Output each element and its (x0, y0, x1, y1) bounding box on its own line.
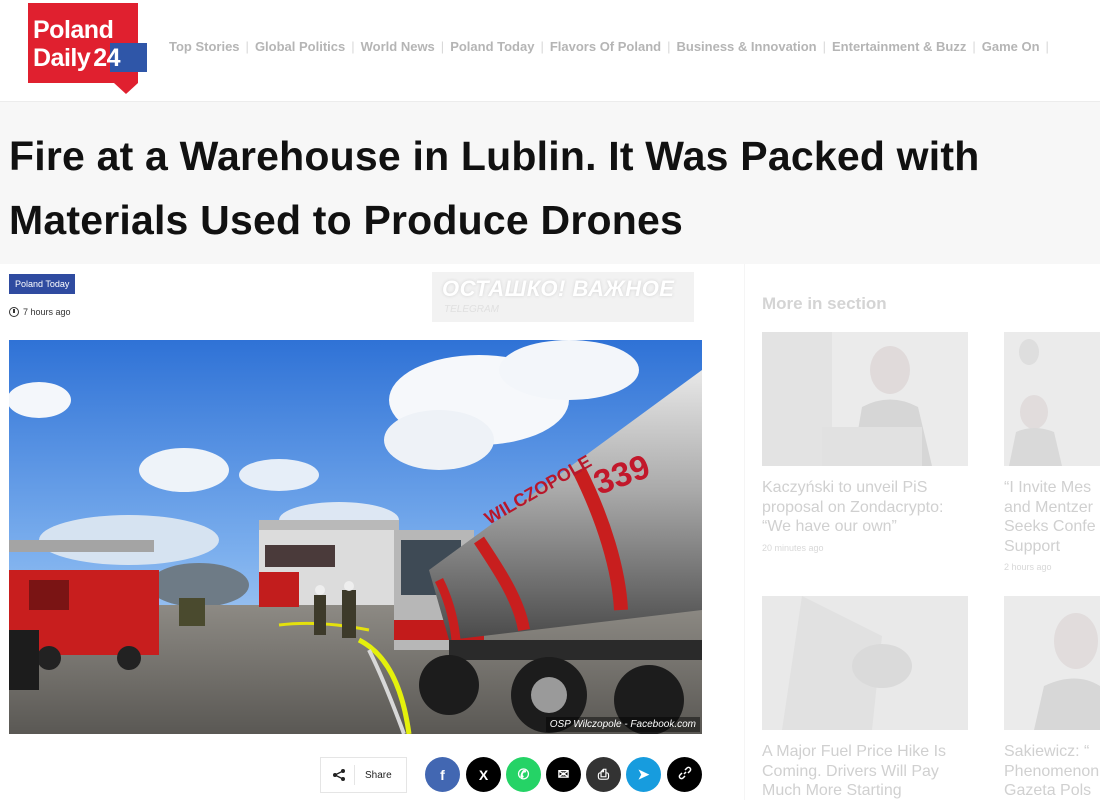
whatsapp-icon: ✆ (517, 766, 530, 782)
sidebar-card-image[interactable] (762, 332, 968, 466)
nav-top-stories[interactable]: Top Stories (169, 39, 240, 54)
share-divider (354, 765, 355, 785)
sidebar-card-title[interactable]: Sakiewicz: “ Phenomenon Gazeta Pols (1004, 742, 1100, 800)
nav-separator: | (972, 39, 976, 54)
article-time-text: 7 hours ago (23, 307, 71, 317)
share-label: Share (365, 769, 392, 781)
main-nav: Top Stories | Global Politics | World News | P… (169, 39, 1055, 54)
logo-number: 24 (93, 44, 121, 72)
watermark-text: ОСТАШКО! ВАЖНОЕ (442, 276, 675, 301)
sidebar-card-image[interactable] (1004, 596, 1100, 730)
nav-separator: | (245, 39, 249, 54)
nav-separator: | (440, 39, 445, 54)
sidebar-divider (744, 264, 745, 800)
copy-link-button[interactable] (667, 757, 702, 792)
telegram-share-button[interactable]: ➤ (626, 757, 661, 792)
sidebar-card-title[interactable]: A Major Fuel Price Hike Is Coming. Drive… (762, 742, 972, 800)
nav-game-on[interactable]: Game On (982, 39, 1040, 54)
telegram-icon: ➤ (637, 766, 650, 782)
sidebar-card-title[interactable]: “I Invite Mes and Mentzer Seeks Confe Su… (1004, 478, 1100, 556)
sidebar-card-image[interactable] (1004, 332, 1100, 466)
logo-daily: Daily (33, 44, 91, 72)
facebook-icon: f (440, 766, 445, 783)
article-title: Fire at a Warehouse in Lublin. It Was Pa… (9, 133, 980, 243)
print-button[interactable]: ⎙ (586, 757, 621, 792)
nav-world-news[interactable]: World News (361, 39, 435, 54)
email-icon: ✉ (557, 766, 570, 782)
nav-global-politics[interactable]: Global Politics (255, 39, 345, 54)
nav-entertainment-buzz[interactable]: Entertainment & Buzz (832, 39, 966, 54)
watermark-overlay: ОСТАШКО! ВАЖНОЕ TELEGRAM (432, 272, 694, 322)
article-time: 7 hours ago (9, 307, 71, 317)
x-share-button[interactable]: X (466, 757, 501, 792)
nav-separator: | (351, 39, 355, 54)
site-header: Poland Daily 24 Top Stories | Global Politi… (0, 0, 1100, 102)
nav-separator: | (667, 39, 671, 54)
logo-line1: Poland (33, 16, 114, 44)
watermark-subtext: TELEGRAM (444, 304, 500, 315)
nav-separator: | (1045, 39, 1049, 54)
x-icon: X (478, 766, 489, 783)
image-credit: OSP Wilczopole - Facebook.com (545, 717, 700, 732)
whatsapp-share-button[interactable]: ✆ (506, 757, 541, 792)
sidebar-title: More in section (762, 294, 887, 313)
share-icon (332, 768, 346, 782)
fire-scene-illustration: WILCZOPOLE 339 (9, 340, 702, 734)
share-toggle[interactable]: Share (320, 757, 407, 793)
nav-business-innovation[interactable]: Business & Innovation (676, 39, 816, 54)
logo-tail (114, 83, 138, 94)
category-badge[interactable]: Poland Today (9, 274, 76, 294)
sidebar-card-time: 2 hours ago (1004, 562, 1052, 572)
copy-link-icon (678, 766, 692, 783)
clock-icon (9, 307, 19, 317)
nav-separator: | (822, 39, 827, 54)
article-image[interactable]: WILCZOPOLE 339 OSP Wilczopole - Facebook… (9, 340, 702, 734)
logo-line2: Daily 24 (33, 44, 121, 72)
email-share-button[interactable]: ✉ (546, 757, 581, 792)
nav-poland-today[interactable]: Poland Today (450, 39, 534, 54)
site-logo[interactable]: Poland Daily 24 (28, 3, 147, 94)
facebook-share-button[interactable]: f (425, 757, 460, 792)
sidebar-card-title[interactable]: Kaczyński to unveil PiS proposal on Zond… (762, 478, 972, 537)
nav-flavors-of-poland[interactable]: Flavors Of Poland (550, 39, 661, 54)
sidebar-card-time: 20 minutes ago (762, 543, 824, 553)
print-icon: ⎙ (597, 766, 610, 782)
nav-separator: | (540, 39, 544, 54)
sidebar-card-image[interactable] (762, 596, 968, 730)
